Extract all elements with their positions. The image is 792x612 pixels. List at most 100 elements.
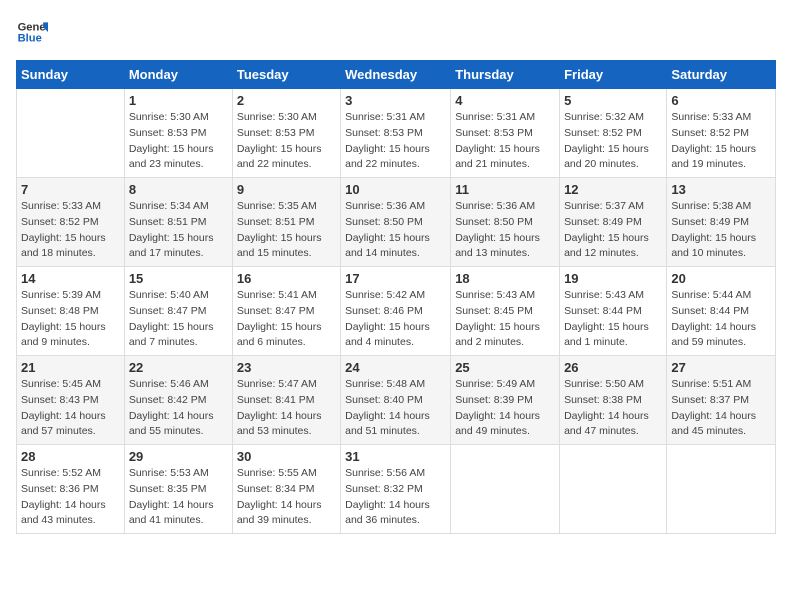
- day-number: 12: [564, 182, 662, 197]
- calendar-cell: 7 Sunrise: 5:33 AM Sunset: 8:52 PM Daylig…: [17, 178, 125, 267]
- calendar-cell: 1 Sunrise: 5:30 AM Sunset: 8:53 PM Daylig…: [124, 89, 232, 178]
- day-number: 17: [345, 271, 446, 286]
- day-number: 5: [564, 93, 662, 108]
- day-info: Sunrise: 5:56 AM Sunset: 8:32 PM Dayligh…: [345, 466, 446, 529]
- header-day-thursday: Thursday: [451, 61, 560, 89]
- calendar-cell: 22 Sunrise: 5:46 AM Sunset: 8:42 PM Dayli…: [124, 356, 232, 445]
- day-info: Sunrise: 5:32 AM Sunset: 8:52 PM Dayligh…: [564, 110, 662, 173]
- logo-icon: General Blue: [16, 16, 48, 48]
- calendar-cell: 8Sunrise: 5:34 AM Sunset: 8:51 PM Daylig…: [124, 178, 232, 267]
- header-day-saturday: Saturday: [667, 61, 776, 89]
- day-info: Sunrise: 5:35 AM Sunset: 8:51 PM Dayligh…: [237, 199, 336, 262]
- day-info: Sunrise: 5:37 AM Sunset: 8:49 PM Dayligh…: [564, 199, 662, 262]
- calendar-cell: 14 Sunrise: 5:39 AM Sunset: 8:48 PM Dayli…: [17, 267, 125, 356]
- calendar-cell: 27 Sunrise: 5:51 AM Sunset: 8:37 PM Dayli…: [667, 356, 776, 445]
- calendar-cell: [17, 89, 125, 178]
- day-info: Sunrise: 5:36 AM Sunset: 8:50 PM Dayligh…: [455, 199, 555, 262]
- calendar-cell: 13 Sunrise: 5:38 AM Sunset: 8:49 PM Dayli…: [667, 178, 776, 267]
- day-info: Sunrise: 5:55 AM Sunset: 8:34 PM Dayligh…: [237, 466, 336, 529]
- calendar-cell: 18 Sunrise: 5:43 AM Sunset: 8:45 PM Dayli…: [451, 267, 560, 356]
- day-info: Sunrise: 5:50 AM Sunset: 8:38 PM Dayligh…: [564, 377, 662, 440]
- day-info: Sunrise: 5:52 AM Sunset: 8:36 PM Dayligh…: [21, 466, 120, 529]
- calendar-cell: 6Sunrise: 5:33 AM Sunset: 8:52 PM Daylig…: [667, 89, 776, 178]
- day-number: 19: [564, 271, 662, 286]
- day-number: 22: [129, 360, 228, 375]
- calendar-cell: [667, 445, 776, 534]
- day-number: 13: [671, 182, 771, 197]
- calendar-week-4: 21 Sunrise: 5:45 AM Sunset: 8:43 PM Dayli…: [17, 356, 776, 445]
- day-info: Sunrise: 5:43 AM Sunset: 8:44 PM Dayligh…: [564, 288, 662, 351]
- header-day-monday: Monday: [124, 61, 232, 89]
- header: General Blue: [16, 16, 776, 48]
- day-number: 1: [129, 93, 228, 108]
- calendar-cell: 25 Sunrise: 5:49 AM Sunset: 8:39 PM Dayli…: [451, 356, 560, 445]
- calendar-cell: 30 Sunrise: 5:55 AM Sunset: 8:34 PM Dayli…: [232, 445, 340, 534]
- calendar-table: SundayMondayTuesdayWednesdayThursdayFrid…: [16, 60, 776, 534]
- day-info: Sunrise: 5:51 AM Sunset: 8:37 PM Dayligh…: [671, 377, 771, 440]
- day-number: 7: [21, 182, 120, 197]
- calendar-cell: 12 Sunrise: 5:37 AM Sunset: 8:49 PM Dayli…: [560, 178, 667, 267]
- day-info: Sunrise: 5:39 AM Sunset: 8:48 PM Dayligh…: [21, 288, 120, 351]
- day-info: Sunrise: 5:47 AM Sunset: 8:41 PM Dayligh…: [237, 377, 336, 440]
- day-info: Sunrise: 5:33 AM Sunset: 8:52 PM Dayligh…: [21, 199, 120, 262]
- day-info: Sunrise: 5:49 AM Sunset: 8:39 PM Dayligh…: [455, 377, 555, 440]
- day-number: 11: [455, 182, 555, 197]
- day-info: Sunrise: 5:43 AM Sunset: 8:45 PM Dayligh…: [455, 288, 555, 351]
- day-number: 30: [237, 449, 336, 464]
- day-info: Sunrise: 5:46 AM Sunset: 8:42 PM Dayligh…: [129, 377, 228, 440]
- day-number: 31: [345, 449, 446, 464]
- day-info: Sunrise: 5:40 AM Sunset: 8:47 PM Dayligh…: [129, 288, 228, 351]
- calendar-cell: 16Sunrise: 5:41 AM Sunset: 8:47 PM Dayli…: [232, 267, 340, 356]
- calendar-cell: 11 Sunrise: 5:36 AM Sunset: 8:50 PM Dayli…: [451, 178, 560, 267]
- calendar-cell: 10 Sunrise: 5:36 AM Sunset: 8:50 PM Dayli…: [341, 178, 451, 267]
- calendar-cell: 28 Sunrise: 5:52 AM Sunset: 8:36 PM Dayli…: [17, 445, 125, 534]
- header-day-friday: Friday: [560, 61, 667, 89]
- day-number: 23: [237, 360, 336, 375]
- day-number: 25: [455, 360, 555, 375]
- calendar-cell: 19 Sunrise: 5:43 AM Sunset: 8:44 PM Dayli…: [560, 267, 667, 356]
- calendar-cell: 23 Sunrise: 5:47 AM Sunset: 8:41 PM Dayli…: [232, 356, 340, 445]
- calendar-cell: 2Sunrise: 5:30 AM Sunset: 8:53 PM Daylig…: [232, 89, 340, 178]
- day-number: 28: [21, 449, 120, 464]
- day-number: 16: [237, 271, 336, 286]
- calendar-cell: 29Sunrise: 5:53 AM Sunset: 8:35 PM Dayli…: [124, 445, 232, 534]
- header-day-sunday: Sunday: [17, 61, 125, 89]
- day-info: Sunrise: 5:45 AM Sunset: 8:43 PM Dayligh…: [21, 377, 120, 440]
- day-number: 14: [21, 271, 120, 286]
- day-info: Sunrise: 5:38 AM Sunset: 8:49 PM Dayligh…: [671, 199, 771, 262]
- svg-text:Blue: Blue: [18, 33, 42, 45]
- calendar-cell: 21 Sunrise: 5:45 AM Sunset: 8:43 PM Dayli…: [17, 356, 125, 445]
- day-info: Sunrise: 5:44 AM Sunset: 8:44 PM Dayligh…: [671, 288, 771, 351]
- calendar-cell: 24 Sunrise: 5:48 AM Sunset: 8:40 PM Dayli…: [341, 356, 451, 445]
- day-info: Sunrise: 5:30 AM Sunset: 8:53 PM Dayligh…: [129, 110, 228, 173]
- calendar-week-1: 1 Sunrise: 5:30 AM Sunset: 8:53 PM Daylig…: [17, 89, 776, 178]
- day-info: Sunrise: 5:31 AM Sunset: 8:53 PM Dayligh…: [455, 110, 555, 173]
- day-number: 8: [129, 182, 228, 197]
- calendar-cell: 3 Sunrise: 5:31 AM Sunset: 8:53 PM Daylig…: [341, 89, 451, 178]
- day-number: 6: [671, 93, 771, 108]
- calendar-cell: 15 Sunrise: 5:40 AM Sunset: 8:47 PM Dayli…: [124, 267, 232, 356]
- calendar-cell: 17Sunrise: 5:42 AM Sunset: 8:46 PM Dayli…: [341, 267, 451, 356]
- header-day-wednesday: Wednesday: [341, 61, 451, 89]
- day-number: 4: [455, 93, 555, 108]
- calendar-cell: 9Sunrise: 5:35 AM Sunset: 8:51 PM Daylig…: [232, 178, 340, 267]
- day-info: Sunrise: 5:48 AM Sunset: 8:40 PM Dayligh…: [345, 377, 446, 440]
- calendar-week-5: 28 Sunrise: 5:52 AM Sunset: 8:36 PM Dayli…: [17, 445, 776, 534]
- calendar-cell: [451, 445, 560, 534]
- calendar-cell: 20Sunrise: 5:44 AM Sunset: 8:44 PM Dayli…: [667, 267, 776, 356]
- day-info: Sunrise: 5:31 AM Sunset: 8:53 PM Dayligh…: [345, 110, 446, 173]
- day-number: 3: [345, 93, 446, 108]
- day-number: 10: [345, 182, 446, 197]
- day-number: 18: [455, 271, 555, 286]
- day-number: 15: [129, 271, 228, 286]
- day-number: 21: [21, 360, 120, 375]
- day-info: Sunrise: 5:30 AM Sunset: 8:53 PM Dayligh…: [237, 110, 336, 173]
- day-number: 24: [345, 360, 446, 375]
- calendar-cell: 4 Sunrise: 5:31 AM Sunset: 8:53 PM Daylig…: [451, 89, 560, 178]
- calendar-cell: 31 Sunrise: 5:56 AM Sunset: 8:32 PM Dayli…: [341, 445, 451, 534]
- day-number: 27: [671, 360, 771, 375]
- day-info: Sunrise: 5:36 AM Sunset: 8:50 PM Dayligh…: [345, 199, 446, 262]
- calendar-week-3: 14 Sunrise: 5:39 AM Sunset: 8:48 PM Dayli…: [17, 267, 776, 356]
- calendar-cell: 26Sunrise: 5:50 AM Sunset: 8:38 PM Dayli…: [560, 356, 667, 445]
- calendar-week-2: 7 Sunrise: 5:33 AM Sunset: 8:52 PM Daylig…: [17, 178, 776, 267]
